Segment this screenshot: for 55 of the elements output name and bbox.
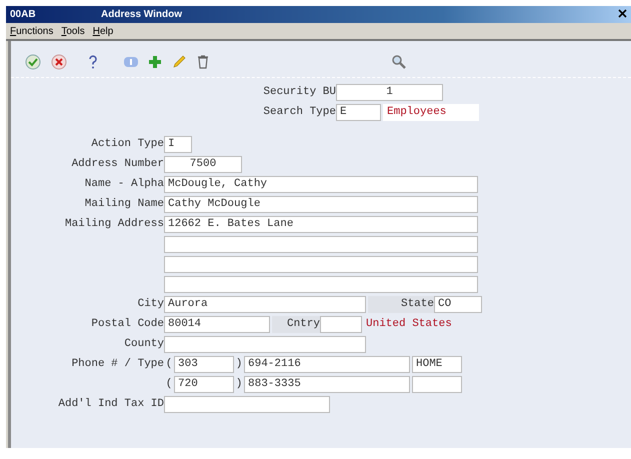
app-code: 00AB xyxy=(10,9,37,20)
parenthesis: ( xyxy=(164,378,174,390)
text-field[interactable] xyxy=(164,396,330,412)
text-field[interactable] xyxy=(164,336,366,352)
search-type-description: Employees xyxy=(383,104,479,120)
text-field[interactable]: 7500 xyxy=(164,156,242,172)
parenthesis: ) xyxy=(234,358,244,370)
menu-item[interactable]: Help xyxy=(92,26,114,36)
field-label: State xyxy=(368,296,434,312)
text-field[interactable]: 1 xyxy=(336,84,443,100)
field-label: County xyxy=(123,338,164,350)
country-description: United States xyxy=(365,318,452,330)
parenthesis: ( xyxy=(164,358,174,370)
text-field[interactable]: 12662 E. Bates Lane xyxy=(164,216,478,232)
field-label: Security BU xyxy=(262,86,336,98)
text-field[interactable]: 303 xyxy=(174,356,234,372)
text-field[interactable]: CO xyxy=(434,296,482,312)
parenthesis: ) xyxy=(234,378,244,390)
add-icon[interactable] xyxy=(147,54,163,70)
pencil-icon[interactable] xyxy=(171,54,187,70)
text-field[interactable] xyxy=(164,276,478,292)
field-label: City xyxy=(136,298,164,310)
field-label: Action Type xyxy=(90,138,164,150)
field-label: Postal Code xyxy=(90,318,164,330)
info-icon[interactable] xyxy=(123,54,139,70)
text-field[interactable]: E xyxy=(336,104,381,120)
field-label: Name - Alpha xyxy=(84,178,164,190)
field-label: Search Type xyxy=(262,106,336,118)
text-field[interactable]: Cathy McDougle xyxy=(164,196,478,212)
field-label: Mailing Address xyxy=(64,218,164,230)
text-field[interactable]: 80014 xyxy=(164,316,270,332)
close-icon[interactable] xyxy=(618,8,627,18)
search-icon[interactable] xyxy=(391,54,407,70)
menu-item[interactable]: Tools xyxy=(61,26,85,36)
window-title: Address Window xyxy=(101,9,182,20)
field-label: Mailing Name xyxy=(84,198,164,210)
text-field[interactable]: Aurora xyxy=(164,296,366,312)
text-field[interactable]: 720 xyxy=(174,376,234,392)
text-field[interactable] xyxy=(320,316,362,332)
menu-item[interactable]: Functions xyxy=(10,26,54,36)
text-field[interactable]: 883-3335 xyxy=(244,376,410,392)
text-field[interactable] xyxy=(164,256,478,272)
trash-icon[interactable] xyxy=(195,54,211,70)
field-label: Phone # / Type xyxy=(70,358,164,370)
text-field[interactable]: McDougle, Cathy xyxy=(164,176,478,192)
cancel-icon[interactable] xyxy=(51,54,67,70)
text-field[interactable]: HOME xyxy=(412,356,462,372)
text-field[interactable] xyxy=(164,236,478,252)
field-label: Cntry xyxy=(272,316,320,332)
text-field[interactable]: I xyxy=(164,136,192,152)
text-field[interactable]: 694-2116 xyxy=(244,356,410,372)
field-label: Address Number xyxy=(70,158,164,170)
check-icon[interactable] xyxy=(25,54,41,70)
field-label: Add'l Ind Tax ID xyxy=(57,398,164,410)
text-field[interactable] xyxy=(412,376,462,392)
